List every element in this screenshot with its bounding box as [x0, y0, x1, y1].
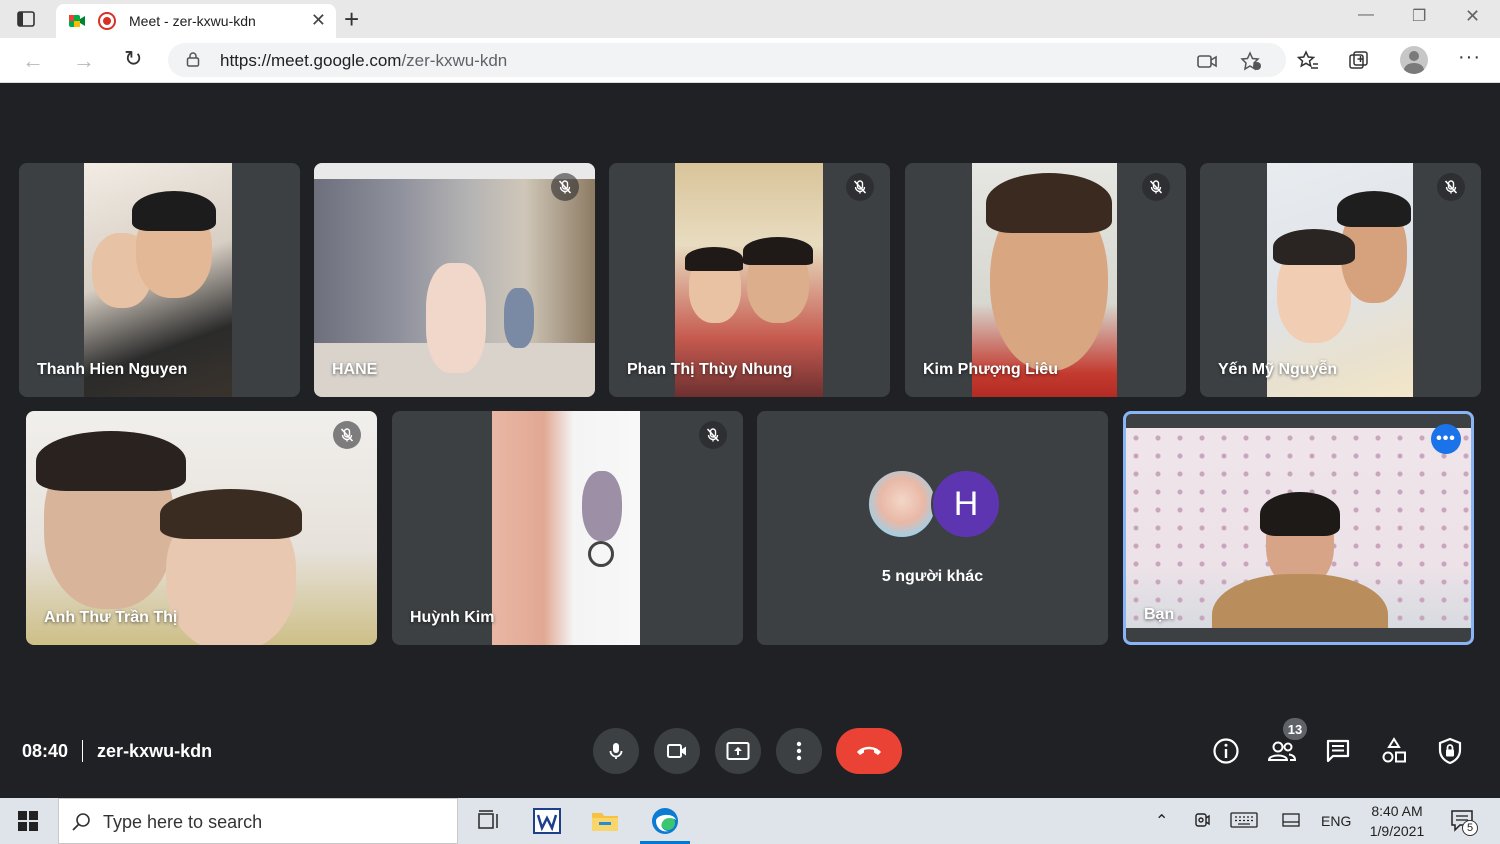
activities-button[interactable] [1379, 736, 1409, 766]
windows-taskbar: Type here to search ⌃ ENG 8:40 AM 1/9/20… [0, 798, 1500, 844]
call-end-icon [857, 746, 881, 755]
self-video [1126, 428, 1471, 628]
reload-icon[interactable]: ↻ [124, 46, 142, 72]
avatar: H [931, 469, 1001, 539]
participant-name: HANE [332, 361, 378, 378]
participant-tile[interactable]: Anh Thư Trần Thị [26, 411, 377, 645]
mic-off-icon [551, 173, 579, 201]
tab-close-icon[interactable]: ✕ [311, 10, 326, 31]
back-icon[interactable]: ← [22, 48, 44, 74]
mic-off-icon [699, 421, 727, 449]
address-bar-row: ← → ↻ https://meet.google.com/zer-kxwu-k… [0, 38, 1500, 83]
participants-button[interactable] [1267, 736, 1297, 766]
tab-title: Meet - zer-kxwu-kdn [129, 13, 256, 29]
info-icon [1213, 738, 1239, 764]
forward-icon[interactable]: → [73, 48, 95, 74]
language-indicator[interactable]: ENG [1321, 813, 1351, 829]
participant-count-badge: 13 [1283, 718, 1307, 740]
recording-icon [98, 12, 116, 30]
profile-avatar[interactable] [1400, 46, 1428, 74]
people-icon [1267, 741, 1297, 761]
tab-actions-icon[interactable] [14, 8, 38, 30]
participant-name: Huỳnh Kim [410, 609, 495, 626]
url-text: https://meet.google.com/zer-kxwu-kdn [220, 51, 508, 70]
taskbar-search-box[interactable]: Type here to search [58, 798, 458, 844]
display-icon[interactable] [1282, 813, 1300, 829]
clock-time: 8:40 AM [1371, 803, 1423, 819]
avatar [867, 469, 937, 539]
browser-tab-bar: Meet - zer-kxwu-kdn ✕ + — ❐ ✕ [0, 0, 1500, 38]
participant-video [492, 411, 640, 645]
present-screen-button[interactable] [715, 728, 761, 774]
videocam-icon [667, 744, 686, 758]
new-tab-icon[interactable]: + [344, 4, 359, 35]
search-placeholder: Type here to search [103, 812, 263, 832]
camera-in-use-icon[interactable] [1196, 51, 1218, 71]
settings-more-icon[interactable]: ··· [1458, 46, 1481, 69]
chat-icon [1326, 739, 1350, 763]
participant-tile[interactable]: Huỳnh Kim [392, 411, 743, 645]
more-options-icon[interactable]: ••• [1431, 424, 1461, 454]
url-field[interactable]: https://meet.google.com/zer-kxwu-kdn [168, 43, 1286, 77]
more-options-button[interactable] [776, 728, 822, 774]
meet-logo-icon [68, 12, 86, 30]
file-explorer-icon[interactable] [590, 806, 620, 836]
meeting-details: 08:40 zer-kxwu-kdn [22, 740, 212, 762]
participant-name: Phan Thị Thùy Nhung [627, 361, 793, 378]
show-hidden-icons[interactable]: ⌃ [1155, 811, 1168, 831]
word-app-icon[interactable] [532, 806, 562, 836]
collections-icon[interactable] [1348, 50, 1370, 72]
shield-lock-icon [1438, 737, 1462, 765]
clock-date: 1/9/2021 [1369, 823, 1425, 839]
others-label: 5 người khác [881, 568, 984, 585]
add-favorite-icon[interactable] [1240, 51, 1262, 71]
windows-start-icon[interactable] [18, 811, 38, 831]
browser-tab-meet[interactable]: Meet - zer-kxwu-kdn ✕ [56, 4, 336, 38]
others-tile[interactable]: H 5 người khác [757, 411, 1108, 645]
minimize-icon[interactable]: — [1358, 6, 1374, 24]
self-tile[interactable]: ••• Bạn [1123, 411, 1474, 645]
present-icon [726, 742, 750, 760]
participant-tile[interactable]: HANE [314, 163, 595, 397]
participant-name: Yến Mỹ Nguyễn [1218, 361, 1338, 378]
others-avatars: H [867, 469, 1003, 541]
host-controls-button[interactable] [1435, 736, 1465, 766]
activities-icon [1382, 737, 1406, 763]
mic-off-icon [333, 421, 361, 449]
taskbar-clock[interactable]: 8:40 AM 1/9/2021 [1360, 801, 1434, 841]
lock-icon [186, 52, 200, 67]
participant-tile[interactable]: Thanh Hien Nguyen [19, 163, 300, 397]
more-vertical-icon [796, 741, 802, 761]
participant-tile[interactable]: Phan Thị Thùy Nhung [609, 163, 890, 397]
meeting-code: zer-kxwu-kdn [97, 740, 213, 761]
camera-button[interactable] [654, 728, 700, 774]
divider [82, 740, 84, 762]
participant-tile[interactable]: Yến Mỹ Nguyễn [1200, 163, 1481, 397]
chat-button[interactable] [1323, 736, 1353, 766]
microphone-button[interactable] [593, 728, 639, 774]
search-icon [72, 813, 90, 831]
participant-name: Thanh Hien Nguyen [37, 361, 188, 378]
meeting-time: 08:40 [22, 740, 69, 761]
mic-off-icon [1437, 173, 1465, 201]
restore-icon[interactable]: ❐ [1412, 6, 1426, 26]
meet-now-icon[interactable] [1193, 810, 1211, 830]
participant-name: Anh Thư Trần Thị [44, 609, 178, 626]
mic-off-icon [1142, 173, 1170, 201]
edge-browser-icon[interactable] [640, 806, 690, 844]
notification-count-badge: 5 [1462, 820, 1478, 836]
participant-tile[interactable]: Kim Phượng Liêu [905, 163, 1186, 397]
participant-name: Kim Phượng Liêu [923, 361, 1058, 378]
mic-icon [609, 743, 623, 759]
meeting-details-button[interactable] [1211, 736, 1241, 766]
keyboard-icon[interactable] [1230, 812, 1258, 828]
leave-call-button[interactable] [836, 728, 902, 774]
self-name: Bạn [1144, 606, 1175, 623]
close-window-icon[interactable]: ✕ [1465, 6, 1480, 27]
mic-off-icon [846, 173, 874, 201]
favorites-icon[interactable] [1297, 50, 1319, 72]
task-view-icon[interactable] [474, 806, 504, 836]
